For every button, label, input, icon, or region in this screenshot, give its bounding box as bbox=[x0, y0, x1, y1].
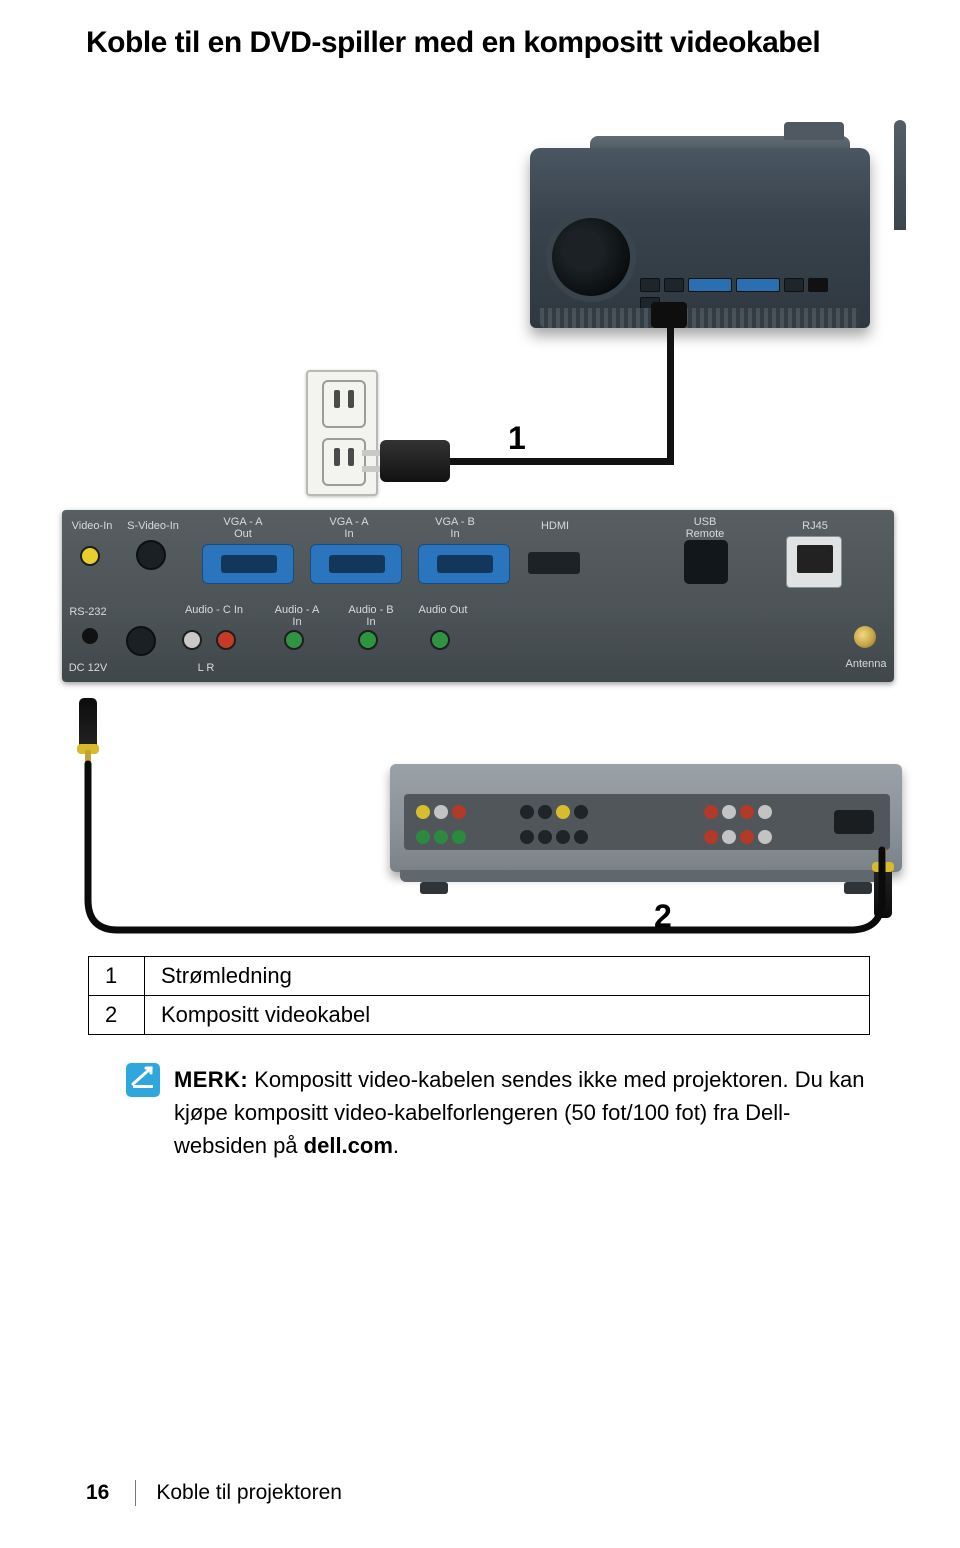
connection-diagram: 1 Video-In S-Video-In VGA - A Out VGA - … bbox=[0, 60, 960, 930]
legend-table: 1 Strømledning 2 Kompositt videokabel bbox=[88, 956, 870, 1035]
footer-separator bbox=[135, 1480, 136, 1506]
label-rj45: RJ45 bbox=[782, 520, 848, 532]
note-text: MERK: Kompositt video-kabelen sendes ikk… bbox=[174, 1063, 874, 1162]
page-number: 16 bbox=[86, 1481, 109, 1505]
legend-num-2: 2 bbox=[89, 996, 145, 1035]
label-audio-a-in: Audio - A In bbox=[264, 604, 330, 628]
label-audio-b-in: Audio - B In bbox=[338, 604, 404, 628]
label-video-in: Video-In bbox=[64, 520, 120, 532]
note-dellcom: dell.com bbox=[304, 1133, 393, 1158]
page-title: Koble til en DVD-spiller med en komposit… bbox=[0, 0, 960, 60]
power-cord-connector bbox=[651, 302, 687, 328]
label-svideo-in: S-Video-In bbox=[120, 520, 186, 532]
page-footer: 16 Koble til projektoren bbox=[86, 1480, 342, 1506]
label-vga-a-out: VGA - A Out bbox=[210, 516, 276, 540]
label-antenna: Antenna bbox=[838, 658, 894, 670]
composite-cable bbox=[60, 670, 898, 940]
wall-outlet bbox=[306, 370, 378, 496]
footer-section: Koble til projektoren bbox=[156, 1481, 342, 1505]
power-plug bbox=[380, 440, 450, 482]
legend-row-1: 1 Strømledning bbox=[89, 957, 870, 996]
note-icon bbox=[126, 1063, 160, 1097]
note-period: . bbox=[393, 1133, 399, 1158]
label-audio-out: Audio Out bbox=[410, 604, 476, 616]
label-usb-remote: USB Remote bbox=[672, 516, 738, 540]
label-rs232: RS-232 bbox=[64, 606, 112, 618]
label-vga-b-in: VGA - B In bbox=[422, 516, 488, 540]
projector-back-panel: Video-In S-Video-In VGA - A Out VGA - A … bbox=[62, 510, 894, 682]
label-hdmi: HDMI bbox=[522, 520, 588, 532]
label-audio-c-in: Audio - C In bbox=[172, 604, 256, 616]
note-prefix: MERK: bbox=[174, 1067, 248, 1092]
power-cord-vertical bbox=[667, 322, 674, 464]
projector-illustration bbox=[530, 118, 890, 348]
legend-row-2: 2 Kompositt videokabel bbox=[89, 996, 870, 1035]
power-cord-horizontal bbox=[450, 458, 674, 465]
callout-1: 1 bbox=[508, 420, 526, 457]
legend-num-1: 1 bbox=[89, 957, 145, 996]
legend-text-1: Strømledning bbox=[145, 957, 870, 996]
note-body: Kompositt video-kabelen sendes ikke med … bbox=[174, 1067, 864, 1158]
note: MERK: Kompositt video-kabelen sendes ikk… bbox=[126, 1063, 874, 1162]
label-vga-a-in: VGA - A In bbox=[316, 516, 382, 540]
legend-text-2: Kompositt videokabel bbox=[145, 996, 870, 1035]
callout-2: 2 bbox=[654, 898, 672, 935]
